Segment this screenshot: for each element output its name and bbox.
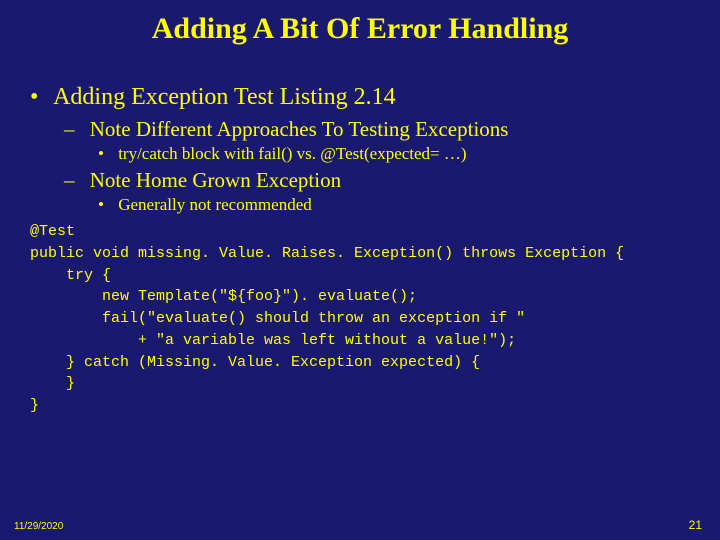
bullet-l3-text: Generally not recommended bbox=[118, 195, 312, 214]
slide: Adding A Bit Of Error Handling Adding Ex… bbox=[0, 0, 720, 540]
bullet-l1: Adding Exception Test Listing 2.14 Note … bbox=[30, 84, 690, 215]
bullet-list: Adding Exception Test Listing 2.14 Note … bbox=[30, 84, 690, 215]
bullet-l1-text: Adding Exception Test Listing 2.14 bbox=[53, 84, 396, 110]
footer-date: 11/29/2020 bbox=[14, 521, 63, 532]
bullet-l2: Note Different Approaches To Testing Exc… bbox=[64, 117, 690, 164]
footer-page-number: 21 bbox=[689, 518, 702, 532]
code-block: @Test public void missing. Value. Raises… bbox=[30, 221, 690, 417]
bullet-l3: Generally not recommended bbox=[98, 195, 690, 215]
bullet-l3-text: try/catch block with fail() vs. @Test(ex… bbox=[118, 144, 466, 163]
bullet-l2-text: Note Home Grown Exception bbox=[90, 168, 341, 192]
bullet-l2: Note Home Grown Exception Generally not … bbox=[64, 168, 690, 215]
slide-title: Adding A Bit Of Error Handling bbox=[30, 12, 690, 46]
bullet-l3: try/catch block with fail() vs. @Test(ex… bbox=[98, 144, 690, 164]
bullet-list-l2: Note Different Approaches To Testing Exc… bbox=[30, 117, 690, 215]
bullet-list-l3: try/catch block with fail() vs. @Test(ex… bbox=[64, 144, 690, 164]
bullet-list-l3: Generally not recommended bbox=[64, 195, 690, 215]
bullet-l2-text: Note Different Approaches To Testing Exc… bbox=[90, 117, 509, 141]
